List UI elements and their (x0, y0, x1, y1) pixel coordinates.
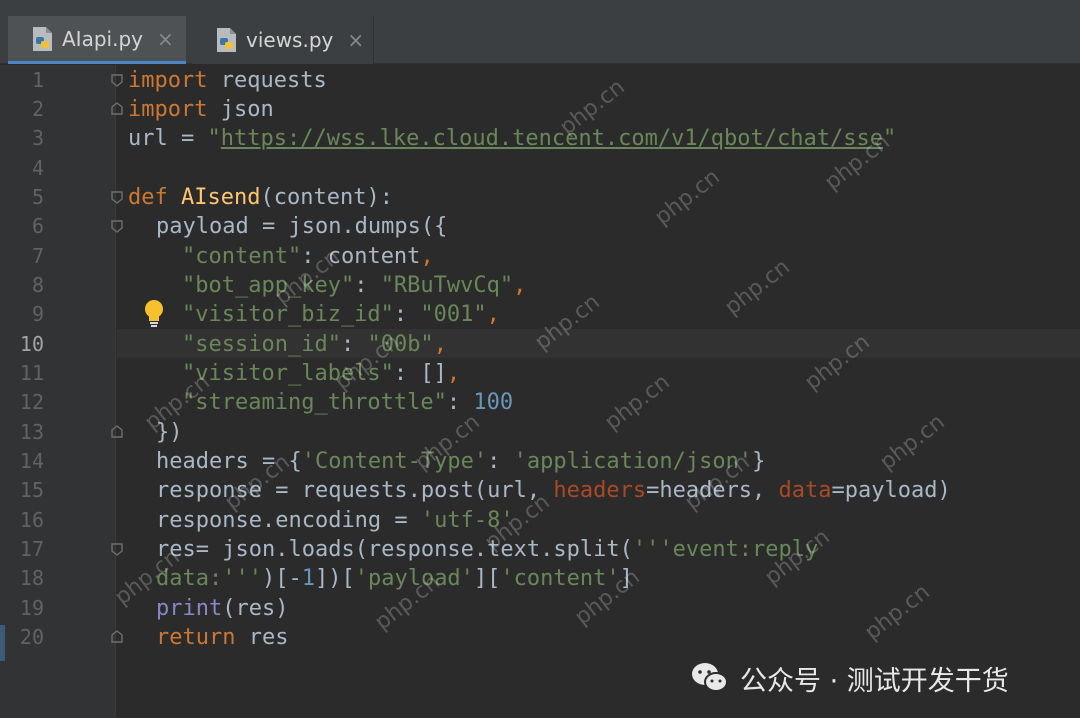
fold-icon[interactable] (110, 190, 124, 204)
window-top-strip (0, 0, 1080, 16)
code-line-14: headers = {'Content-Type': 'application/… (156, 449, 766, 474)
tab-aiapi-py[interactable]: AIapi.py × (8, 16, 186, 64)
python-file-icon (214, 26, 240, 54)
line-number: 9 (31, 302, 44, 326)
line-number: 2 (31, 97, 44, 121)
line-number: 6 (31, 214, 44, 238)
code-line-3: url = "https://wss.lke.cloud.tencent.com… (128, 126, 897, 151)
code-line-9: "visitor_biz_id": "001", (182, 302, 500, 327)
tab-label: views.py (246, 28, 334, 52)
code-line-2: import json (128, 97, 274, 122)
line-number: 14 (19, 449, 44, 473)
code-line-17: res= json.loads(response.text.split('''e… (156, 537, 819, 562)
code-line-6: payload = json.dumps({ (156, 214, 448, 239)
close-icon[interactable]: × (347, 28, 364, 52)
line-number: 12 (19, 390, 44, 414)
code-line-19: print(res) (156, 596, 289, 621)
url-link[interactable]: https://wss.lke.cloud.tencent.com/v1/qbo… (221, 126, 883, 151)
python-file-icon (30, 25, 56, 53)
fold-icon[interactable] (110, 542, 124, 556)
fold-icon[interactable] (110, 425, 124, 439)
line-number: 4 (31, 156, 44, 180)
code-line-1: import requests (128, 68, 327, 93)
code-line-16: response.encoding = 'utf-8' (156, 508, 514, 533)
code-line-13: }) (156, 420, 183, 445)
line-number: 19 (19, 596, 44, 620)
line-number: 3 (31, 126, 44, 150)
line-number: 16 (19, 508, 44, 532)
tab-views-py[interactable]: views.py × (192, 16, 374, 64)
fold-icon[interactable] (110, 630, 124, 644)
code-line-7: "content": content, (182, 244, 434, 269)
line-number: 13 (19, 420, 44, 444)
editor-tab-bar: AIapi.py × views.py × (0, 16, 1080, 64)
wechat-icon (690, 661, 730, 695)
code-line-15: response = requests.post(url, headers=he… (156, 478, 951, 503)
brand-text: 公众号 · 测试开发干货 (740, 665, 1009, 697)
code-line-11: "visitor_labels": [], (182, 361, 461, 386)
line-number: 17 (19, 537, 44, 561)
line-number: 1 (31, 68, 44, 92)
wechat-account-brand: 公众号 · 测试开发干货 (690, 656, 1009, 700)
tab-label: AIapi.py (62, 26, 143, 51)
code-line-20: return res (156, 625, 289, 650)
line-number: 18 (19, 566, 44, 590)
code-line-10: "session_id": "00b", (182, 332, 447, 357)
line-number: 20 (19, 625, 44, 649)
code-line-5: def AIsend(content): (128, 185, 393, 210)
line-number: 8 (31, 273, 44, 297)
close-icon[interactable]: × (157, 27, 174, 51)
line-number: 15 (19, 478, 44, 502)
lightbulb-icon[interactable] (142, 298, 166, 328)
code-line-18: data:''')[-1])['payload']['content'] (156, 566, 633, 591)
line-number-current: 10 (19, 332, 44, 356)
code-line-8: "bot_app_key": "RBuTwvCq", (182, 273, 527, 298)
fold-icon[interactable] (110, 102, 124, 116)
fold-icon[interactable] (110, 73, 124, 87)
line-number: 7 (31, 244, 44, 268)
line-number: 5 (31, 185, 44, 209)
fold-icon[interactable] (110, 219, 124, 233)
code-line-12: "streaming_throttle": 100 (182, 390, 514, 415)
line-number: 11 (19, 361, 44, 385)
